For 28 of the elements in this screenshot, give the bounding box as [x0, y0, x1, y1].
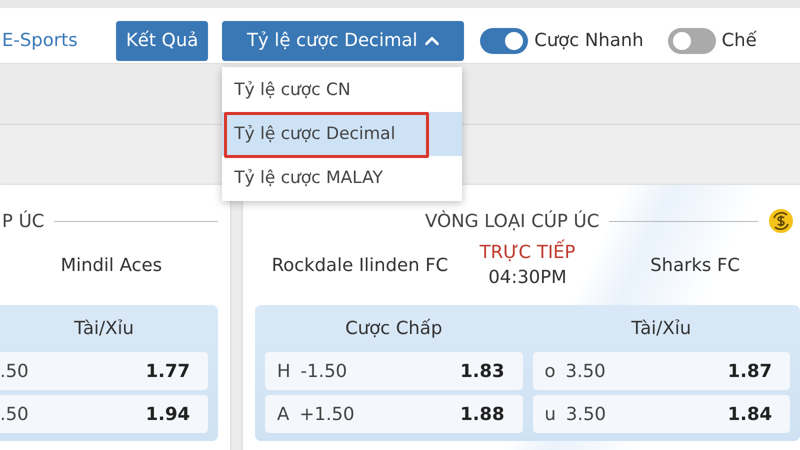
odds-dropdown[interactable]: Tỷ lệ cược Decimal [222, 20, 464, 60]
market-title: Cược Chấp [344, 317, 444, 341]
odds-button[interactable]: A +1.50 1.88 [265, 395, 522, 433]
home-team: Rockdale Ilinden FC [270, 254, 450, 278]
toggle-label: Chế [722, 30, 757, 51]
league-title: P ÚC [1, 210, 44, 232]
market-title: Tài/Xỉu [630, 317, 692, 341]
odds-button[interactable]: o 3.50 1.87 [532, 352, 790, 390]
toggle-switch[interactable] [668, 28, 716, 54]
odds-button[interactable]: .50 1.77 [0, 352, 208, 390]
odds-button[interactable]: H -1.50 1.83 [265, 352, 522, 390]
caret-icon [424, 35, 440, 46]
away-team: Sharks FC [649, 254, 741, 278]
league-title: VÒNG LOẠI CÚP ÚC [424, 210, 600, 232]
dropdown-option[interactable]: Tỷ lệ cược MALAY [222, 156, 462, 200]
away-team: Mindil Aces [60, 254, 162, 278]
odds-button[interactable]: .50 1.94 [0, 395, 208, 433]
live-status: TRỰC TIẾP [480, 240, 576, 265]
dropdown-option[interactable]: Tỷ lệ cược Decimal [222, 112, 462, 156]
results-button[interactable]: Kết Quả [116, 20, 208, 60]
toggle-switch[interactable] [480, 28, 528, 54]
market-title: Tài/Xỉu [73, 317, 135, 341]
match-time: 04:30PM [487, 266, 568, 290]
toggle-label: Cược Nhanh [534, 30, 644, 51]
esports-link[interactable]: E-Sports [2, 30, 116, 51]
dropdown-option[interactable]: Tỷ lệ cược CN [222, 68, 462, 112]
odds-button[interactable]: u 3.50 1.84 [532, 395, 790, 433]
coin-icon [768, 208, 794, 234]
